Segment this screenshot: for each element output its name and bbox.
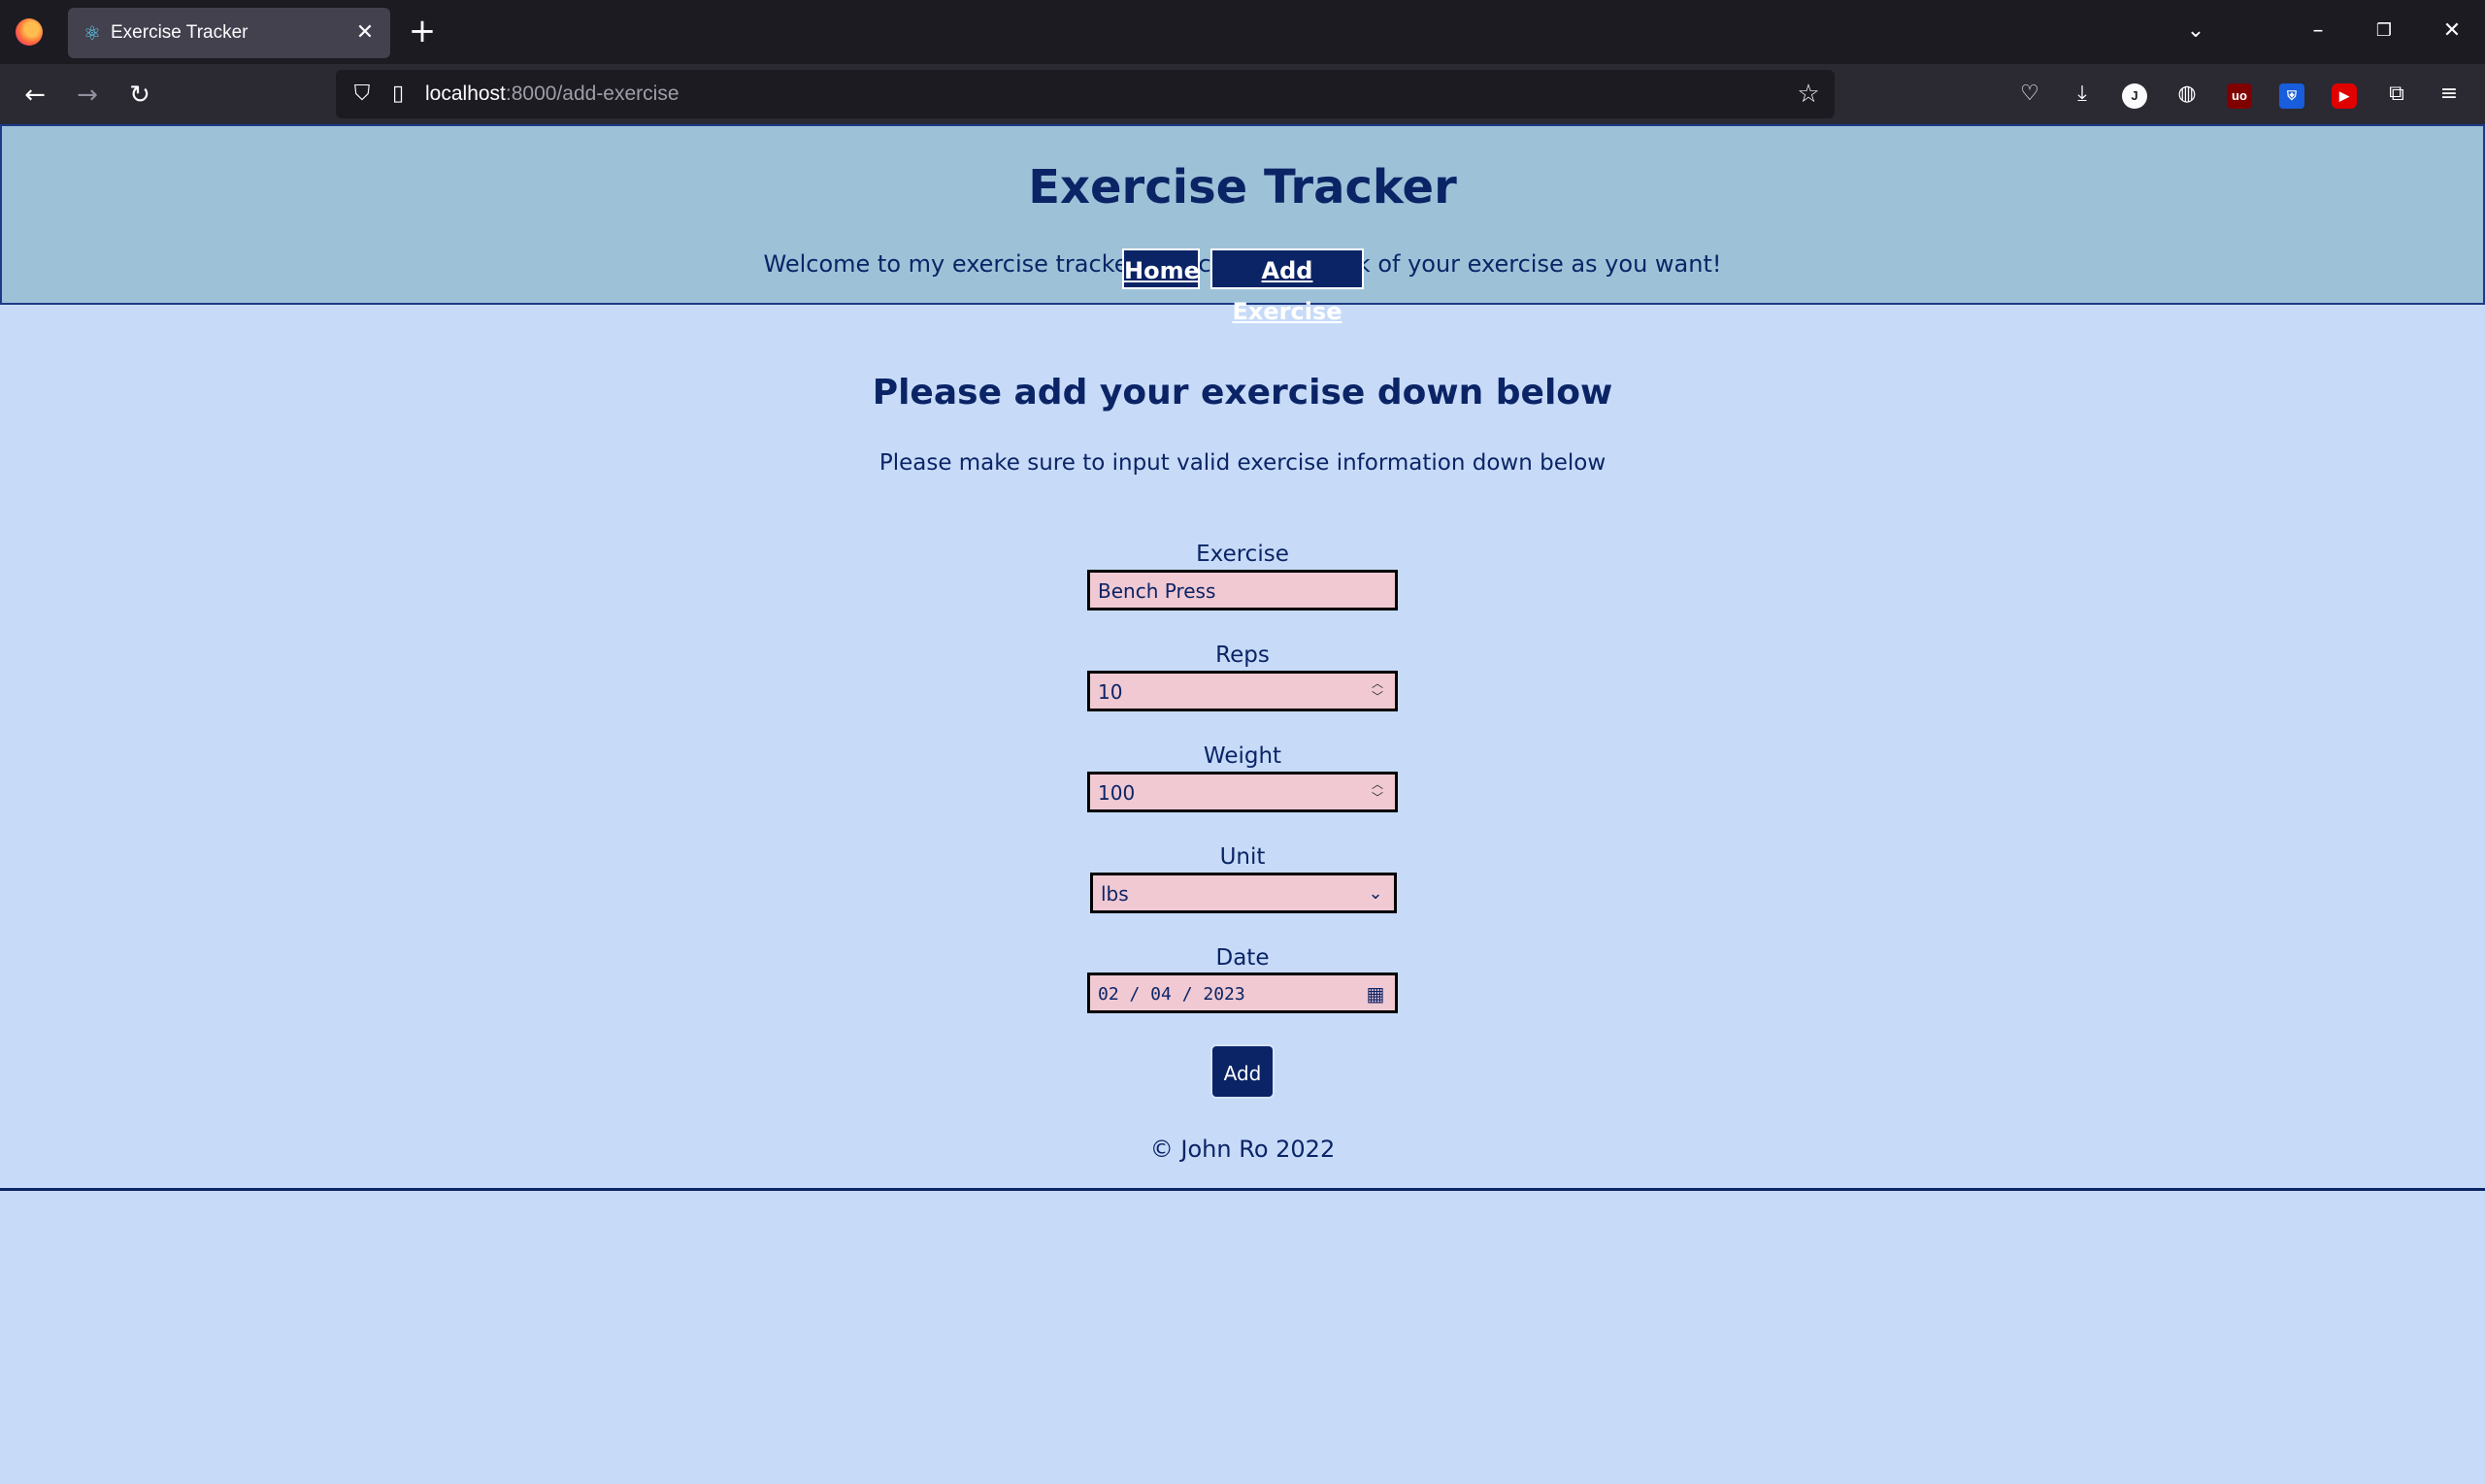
download-icon[interactable]: ⤓ [2066,78,2099,111]
date-label: Date [1215,945,1270,971]
date-value: 02 / 04 / 2023 [1098,984,1245,1005]
react-icon: ⚛ [83,21,101,45]
window-close-icon[interactable]: ✕ [2433,14,2471,49]
weight-stepper-icon[interactable]: ︿ ﹀ [1368,777,1387,807]
unit-value: lbs [1101,882,1129,906]
restore-icon[interactable]: ❐ [2365,14,2403,49]
tab-title: Exercise Tracker [111,22,248,43]
minimize-icon[interactable]: – [2299,14,2337,49]
page-icon[interactable]: ▯ [386,81,410,108]
weight-value: 100 [1098,781,1136,805]
chevron-down-icon[interactable]: ⌄ [2176,14,2215,49]
menu-icon[interactable]: ≡ [2433,78,2466,111]
pocket-icon[interactable]: ♡ [2013,78,2046,111]
weight-input[interactable]: 100 ︿ ﹀ [1087,772,1398,812]
reps-value: 10 [1098,680,1123,704]
bitwarden-icon[interactable]: ⛨ [2275,78,2308,111]
back-icon[interactable]: ← [16,76,54,115]
chevron-down-icon: ⌄ [1368,883,1383,904]
ublock-icon[interactable]: uo [2223,78,2256,111]
youtube-icon[interactable]: ▶ [2328,78,2361,111]
calendar-icon[interactable]: ▦ [1364,981,1387,1006]
page-subheading: Please make sure to input valid exercise… [878,450,1607,476]
nav-add-exercise-link[interactable]: Add Exercise [1210,248,1364,325]
unit-select[interactable]: lbs ⌄ [1090,873,1397,913]
footer-divider [0,1188,2485,1191]
firefox-icon[interactable] [16,18,43,46]
unit-label: Unit [1219,844,1266,870]
reps-input[interactable]: 10 ︿ ﹀ [1087,671,1398,711]
extensions-icon[interactable]: ⧉ [2380,78,2413,111]
reps-stepper-icon[interactable]: ︿ ﹀ [1368,676,1387,706]
new-tab-icon[interactable]: + [406,15,439,49]
browser-tab-bar: ⚛ Exercise Tracker ✕ + ⌄ – ❐ ✕ [0,0,2485,64]
footer-copyright: © John Ro 2022 [1149,1136,1336,1163]
reload-icon[interactable]: ↻ [120,76,159,115]
close-tab-icon[interactable]: ✕ [351,19,379,47]
page-heading: Please add your exercise down below [872,373,1613,412]
date-input[interactable]: 02 / 04 / 2023 ▦ [1087,973,1398,1013]
browser-nav-bar: ← → ↻ ⛉ ▯ localhost:8000/add-exercise ☆ [0,64,2485,124]
browser-tab[interactable]: ⚛ Exercise Tracker ✕ [68,8,390,58]
exercise-value: Bench Press [1098,579,1216,603]
reps-label: Reps [1215,643,1270,668]
extension-icon[interactable]: ◍ [2170,78,2203,111]
forward-icon[interactable]: → [68,76,107,115]
bookmark-star-icon[interactable]: ☆ [1794,80,1823,109]
url-text[interactable]: localhost:8000/add-exercise [425,82,679,106]
site-title: Exercise Tracker [1028,160,1457,214]
profile-icon[interactable]: J [2118,78,2151,111]
add-button[interactable]: Add [1210,1044,1275,1099]
exercise-input[interactable]: Bench Press [1087,570,1398,610]
exercise-label: Exercise [1196,542,1289,567]
url-bar[interactable]: ⛉ ▯ localhost:8000/add-exercise ☆ [336,70,1835,118]
page-viewport: Exercise Tracker Welcome to my exercise … [0,124,2485,1484]
shield-icon[interactable]: ⛉ [349,81,375,108]
nav-home-link[interactable]: Home [1122,248,1200,289]
weight-label: Weight [1203,743,1282,769]
